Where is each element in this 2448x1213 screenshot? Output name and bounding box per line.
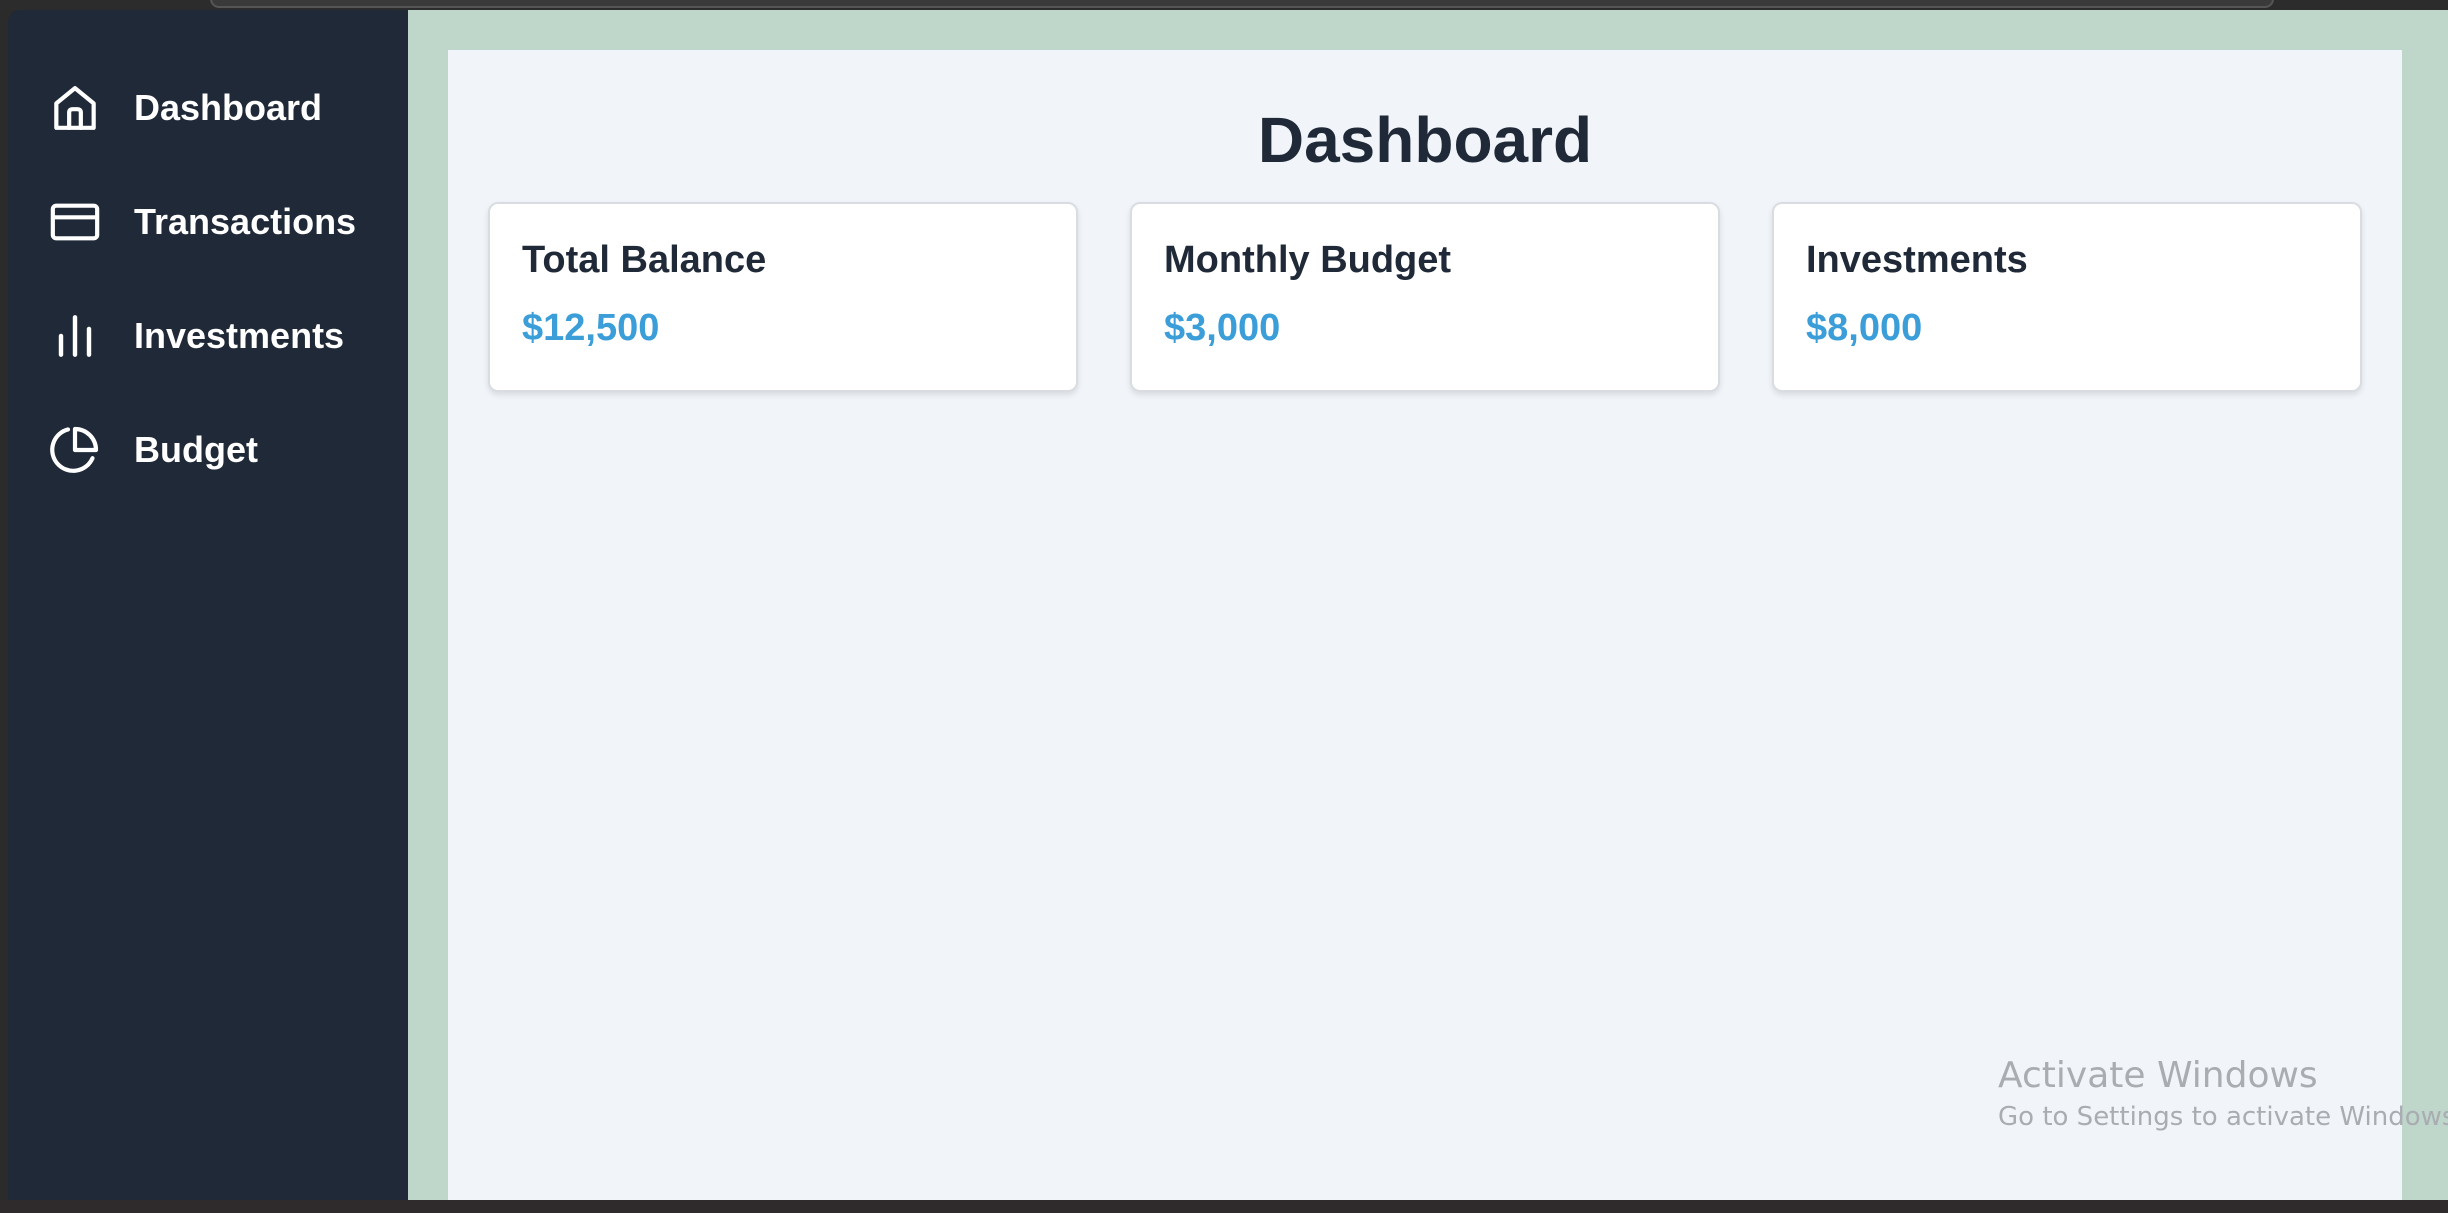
sidebar-item-investments[interactable]: Investments	[8, 308, 408, 364]
pie-chart-icon	[46, 421, 104, 479]
sidebar-item-transactions[interactable]: Transactions	[8, 194, 408, 250]
summary-cards: Total Balance $12,500 Monthly Budget $3,…	[488, 202, 2362, 392]
credit-card-icon	[46, 193, 104, 251]
main-area: Dashboard Total Balance $12,500 Monthly …	[408, 10, 2448, 1210]
sidebar-item-label: Investments	[134, 315, 345, 356]
page-title: Dashboard	[1257, 104, 1593, 176]
taskbar-edge	[0, 1200, 2448, 1213]
sidebar: Dashboard Transactions Investments Budge…	[8, 10, 408, 1200]
card-value: $12,500	[522, 307, 660, 349]
card-title: Investments	[1806, 239, 2028, 281]
card-value: $8,000	[1806, 307, 1923, 349]
bar-chart-icon	[46, 307, 104, 365]
address-bar-edge	[210, 0, 2274, 8]
sidebar-item-dashboard[interactable]: Dashboard	[8, 80, 408, 136]
card-monthly-budget: Monthly Budget $3,000	[1130, 202, 1720, 392]
card-value: $3,000	[1164, 307, 1281, 349]
home-icon	[46, 79, 104, 137]
sidebar-item-label: Transactions	[134, 201, 357, 242]
card-total-balance: Total Balance $12,500	[488, 202, 1078, 392]
sidebar-item-label: Budget	[134, 429, 258, 470]
sidebar-item-budget[interactable]: Budget	[8, 422, 408, 478]
app-window: Dashboard Transactions Investments Budge…	[8, 10, 2448, 1210]
sidebar-item-label: Dashboard	[134, 87, 323, 128]
card-title: Total Balance	[522, 239, 767, 281]
card-title: Monthly Budget	[1164, 239, 1452, 281]
browser-top-strip	[0, 0, 2448, 10]
content-panel: Dashboard Total Balance $12,500 Monthly …	[448, 50, 2402, 1210]
card-investments: Investments $8,000	[1772, 202, 2362, 392]
